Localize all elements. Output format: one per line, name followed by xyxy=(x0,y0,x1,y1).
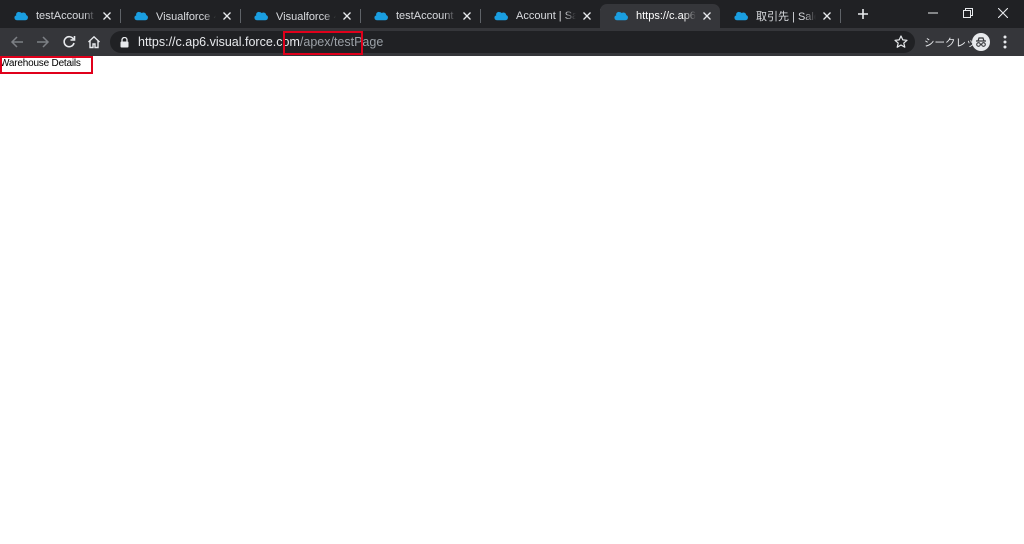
close-icon xyxy=(998,8,1008,18)
browser-menu-button[interactable] xyxy=(998,32,1012,52)
tab-close-button[interactable] xyxy=(700,9,714,23)
tab-4[interactable]: testAccount | Sa xyxy=(360,4,481,28)
arrow-right-icon xyxy=(37,36,50,48)
tab-2[interactable]: Visualforce ページ xyxy=(120,4,241,28)
close-icon xyxy=(823,12,831,20)
tab-title: testAccount | Sa xyxy=(36,10,96,22)
bookmark-button[interactable] xyxy=(892,32,910,52)
minimize-button[interactable] xyxy=(913,0,953,26)
tab-title: 取引先 | Salesforce xyxy=(756,11,816,23)
tab-title: Account | Salesfo xyxy=(516,10,576,22)
window-close-button[interactable] xyxy=(983,0,1023,26)
page-content: Warehouse Details xyxy=(0,56,1024,544)
tab-3[interactable]: Visualforce ページ xyxy=(240,4,361,28)
home-button[interactable] xyxy=(84,32,104,52)
salesforce-cloud-icon xyxy=(14,11,28,21)
reload-icon xyxy=(63,35,76,48)
restore-icon xyxy=(963,8,973,18)
tab-close-button[interactable] xyxy=(220,9,234,23)
tab-1[interactable]: testAccount | Sa xyxy=(0,4,121,28)
tab-close-button[interactable] xyxy=(460,9,474,23)
tab-close-button[interactable] xyxy=(820,9,834,23)
close-icon xyxy=(223,12,231,20)
url-host: https://c.ap6.visual.force.com xyxy=(138,35,300,49)
close-icon xyxy=(103,12,111,20)
url-path-highlight xyxy=(283,31,363,55)
tab-title: https://c.ap6.visual xyxy=(636,10,696,22)
reload-button[interactable] xyxy=(59,32,79,52)
salesforce-cloud-icon xyxy=(614,11,628,21)
minimize-icon xyxy=(928,12,938,14)
salesforce-cloud-icon xyxy=(134,11,148,21)
tab-close-button[interactable] xyxy=(340,9,354,23)
salesforce-cloud-icon xyxy=(254,11,268,21)
plus-icon xyxy=(858,9,868,19)
tab-5[interactable]: Account | Salesfo xyxy=(480,4,601,28)
restore-button[interactable] xyxy=(948,0,988,26)
address-bar[interactable]: https://c.ap6.visual.force.com/apex/test… xyxy=(110,31,915,53)
close-icon xyxy=(343,12,351,20)
browser-toolbar: https://c.ap6.visual.force.com/apex/test… xyxy=(0,28,1024,56)
page-text-highlight xyxy=(0,56,93,74)
tab-6[interactable]: https://c.ap6.visual xyxy=(600,4,720,28)
home-icon xyxy=(88,35,100,49)
arrow-left-icon xyxy=(10,36,23,48)
back-button[interactable] xyxy=(7,32,27,52)
tab-separator xyxy=(840,9,841,23)
tab-close-button[interactable] xyxy=(580,9,594,23)
star-icon xyxy=(894,35,908,48)
salesforce-cloud-icon xyxy=(494,11,508,21)
close-icon xyxy=(463,12,471,20)
lock-icon xyxy=(120,36,130,48)
kebab-menu-icon xyxy=(1003,35,1007,49)
tab-7[interactable]: 取引先 | Salesforce xyxy=(720,4,841,28)
forward-button[interactable] xyxy=(33,32,53,52)
tab-close-button[interactable] xyxy=(100,9,114,23)
new-tab-button[interactable] xyxy=(853,5,873,23)
close-icon xyxy=(703,12,711,20)
tab-strip: testAccount | Sa Visualforce ページ Visualfor… xyxy=(0,0,1024,28)
tab-title: Visualforce ページ xyxy=(276,11,336,23)
tab-title: testAccount | Sa xyxy=(396,10,456,22)
tab-title: Visualforce ページ xyxy=(156,11,216,23)
close-icon xyxy=(583,12,591,20)
salesforce-cloud-icon xyxy=(374,11,388,21)
salesforce-cloud-icon xyxy=(734,11,748,21)
incognito-icon[interactable] xyxy=(972,33,990,51)
